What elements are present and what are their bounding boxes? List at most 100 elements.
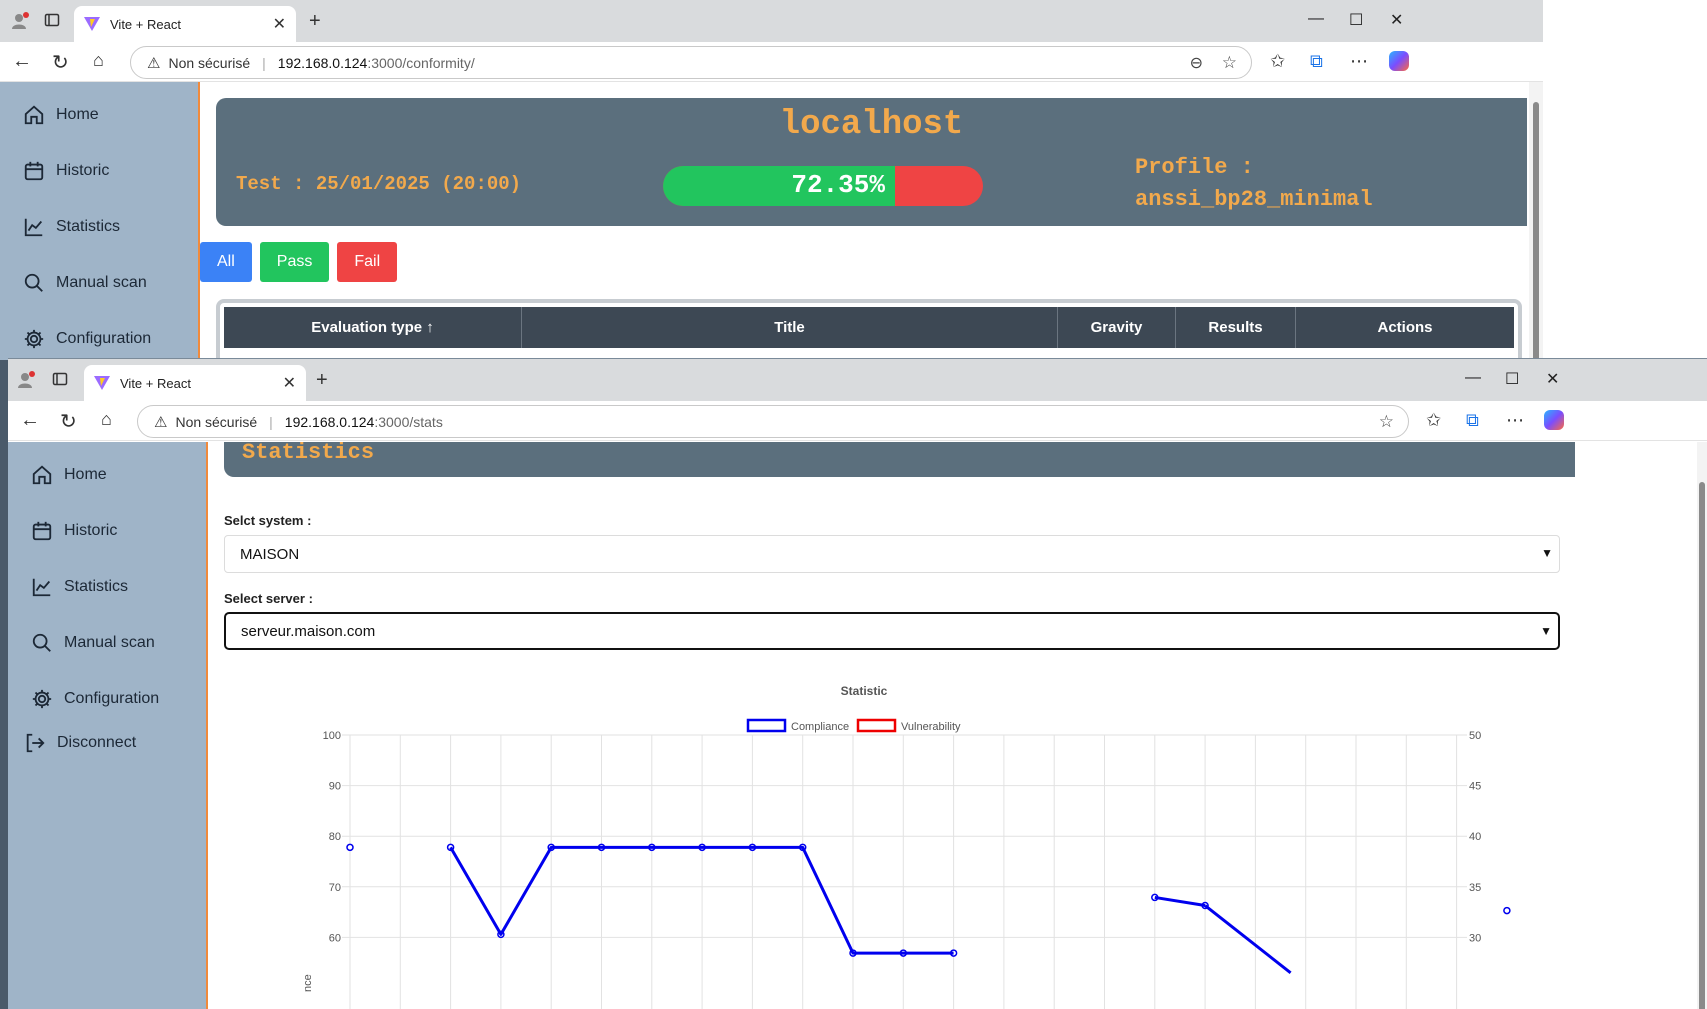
- url-path: :3000/stats: [374, 413, 443, 430]
- url-field[interactable]: ⚠ Non sécurisé | 192.168.0.124 :3000/sta…: [137, 405, 1409, 438]
- sidebar-item-historic[interactable]: Historic: [0, 143, 198, 199]
- tab-vite-react[interactable]: Vite + React ✕: [84, 365, 306, 401]
- maximize-icon[interactable]: ☐: [1349, 10, 1363, 30]
- address-bar: ← ↻ ⌂ ⚠ Non sécurisé | 192.168.0.124 :30…: [8, 401, 1707, 441]
- column-header-results[interactable]: Results: [1176, 307, 1296, 348]
- close-window-icon[interactable]: ✕: [1546, 369, 1559, 389]
- close-icon[interactable]: ✕: [273, 14, 286, 34]
- column-header-evaluation-type[interactable]: Evaluation type ↑: [224, 307, 522, 348]
- sidebar-item-disconnect[interactable]: Disconnect: [8, 727, 206, 759]
- copilot-icon[interactable]: [1544, 410, 1564, 430]
- column-header-actions[interactable]: Actions: [1296, 307, 1514, 348]
- compliance-point: [346, 843, 354, 852]
- sidebar-item-manual-scan[interactable]: Manual scan: [0, 255, 198, 311]
- address-bar: ← ↻ ⌂ ⚠ Non sécurisé | 192.168.0.124 :30…: [0, 42, 1543, 82]
- refresh-icon[interactable]: ↻: [60, 409, 77, 434]
- sidebar-item-statistics[interactable]: Statistics: [0, 199, 198, 255]
- sidebar-item-label: Configuration: [56, 330, 152, 347]
- legend-swatch: [856, 718, 897, 733]
- host-title: localhost: [779, 106, 964, 144]
- favorites-icon[interactable]: ✩: [1270, 51, 1285, 72]
- compliance-progress-bar: 72.35%: [663, 166, 983, 206]
- y-tick-label-right: 30: [1469, 932, 1481, 944]
- conformity-app: Home Historic Statistics Manual scan Con…: [0, 82, 1543, 360]
- home-browser-icon[interactable]: ⌂: [93, 50, 104, 71]
- refresh-icon[interactable]: ↻: [52, 50, 69, 75]
- profile-label: Profile :: [1135, 155, 1254, 180]
- collections-icon[interactable]: ⧉: [1310, 51, 1323, 72]
- y-tick-label-right: 35: [1469, 882, 1481, 894]
- sidebar-item-statistics[interactable]: Statistics: [8, 559, 206, 615]
- tab-bar: Vite + React ✕ + — ☐ ✕: [8, 359, 1707, 401]
- filter-all-button[interactable]: All: [200, 242, 252, 282]
- y-tick-label-left: 60: [329, 932, 341, 944]
- sidebar-item-historic[interactable]: Historic: [8, 503, 206, 559]
- sidebar-item-configuration[interactable]: Configuration: [8, 671, 206, 727]
- stats-app: Home Historic Statistics Manual scan Con…: [8, 442, 1707, 1009]
- filter-pass-button[interactable]: Pass: [259, 242, 330, 282]
- profile-icon[interactable]: [16, 370, 36, 395]
- close-window-icon[interactable]: ✕: [1390, 10, 1403, 30]
- more-options-icon[interactable]: ⋯: [1350, 51, 1368, 72]
- chart-line-icon: [30, 575, 54, 599]
- tab-actions-icon[interactable]: [52, 371, 68, 392]
- gear-icon: [30, 687, 54, 711]
- profile-icon[interactable]: [10, 11, 30, 36]
- sidebar-item-label: Manual scan: [56, 274, 147, 291]
- url-host: 192.168.0.124: [284, 413, 375, 430]
- home-icon: [22, 103, 46, 127]
- copilot-icon[interactable]: [1389, 51, 1409, 71]
- gear-icon: [22, 327, 46, 351]
- scrollbar-thumb[interactable]: [1533, 102, 1539, 360]
- column-header-gravity[interactable]: Gravity: [1058, 307, 1176, 348]
- y-tick-label-left: 80: [329, 831, 341, 843]
- close-icon[interactable]: ✕: [283, 373, 296, 393]
- warning-icon: ⚠: [154, 413, 168, 431]
- new-tab-icon[interactable]: +: [309, 10, 321, 33]
- legend-swatch: [746, 718, 787, 733]
- chart-series: [346, 843, 1511, 974]
- search-icon: [30, 631, 54, 655]
- home-browser-icon[interactable]: ⌂: [101, 409, 112, 430]
- reader-mode-icon[interactable]: ⊖: [1190, 53, 1203, 73]
- legend-label: Vulnerability: [901, 721, 961, 733]
- table-header: Evaluation type ↑ Title Gravity Results …: [224, 307, 1514, 348]
- scrollbar[interactable]: [1697, 442, 1707, 1009]
- y-axis-left: 100 90 80 70 60: [323, 730, 341, 944]
- filter-fail-button[interactable]: Fail: [337, 242, 398, 282]
- y-axis-label: nce: [302, 974, 314, 992]
- back-icon[interactable]: ←: [20, 409, 40, 432]
- scrollbar-thumb[interactable]: [1699, 482, 1705, 1009]
- url-path: :3000/conformity/: [367, 54, 475, 71]
- sidebar-item-label: Statistics: [56, 218, 121, 235]
- not-secure-label: Non sécurisé: [168, 54, 251, 71]
- profile-value: anssi_bp28_minimal: [1135, 187, 1373, 212]
- browser-window-conformity: Vite + React ✕ + — ☐ ✕ ← ↻ ⌂ ⚠ Non sécur…: [0, 0, 1543, 360]
- minimize-icon[interactable]: —: [1465, 369, 1481, 387]
- vite-logo-icon: [94, 376, 110, 390]
- column-header-title[interactable]: Title: [522, 307, 1058, 348]
- sidebar-item-home[interactable]: Home: [0, 87, 198, 143]
- scrollbar[interactable]: [1529, 82, 1543, 360]
- tab-bar: Vite + React ✕ + — ☐ ✕: [0, 0, 1543, 42]
- collections-icon[interactable]: ⧉: [1466, 410, 1479, 431]
- calendar-icon: [30, 519, 54, 543]
- maximize-icon[interactable]: ☐: [1505, 369, 1519, 389]
- minimize-icon[interactable]: —: [1308, 10, 1324, 28]
- favorite-star-icon[interactable]: ☆: [1222, 53, 1237, 73]
- new-tab-icon[interactable]: +: [316, 369, 328, 392]
- sidebar-item-label: Historic: [56, 162, 110, 179]
- sidebar-item-label: Home: [64, 466, 107, 483]
- sidebar-item-manual-scan[interactable]: Manual scan: [8, 615, 206, 671]
- test-date: Test : 25/01/2025 (20:00): [236, 173, 522, 195]
- sidebar-item-home[interactable]: Home: [8, 447, 206, 503]
- sidebar-item-configuration[interactable]: Configuration: [0, 311, 198, 360]
- more-options-icon[interactable]: ⋯: [1506, 410, 1524, 431]
- url-field[interactable]: ⚠ Non sécurisé | 192.168.0.124 :3000/con…: [130, 46, 1252, 79]
- tab-actions-icon[interactable]: [44, 12, 60, 33]
- tab-vite-react[interactable]: Vite + React ✕: [74, 6, 296, 42]
- favorite-star-icon[interactable]: ☆: [1379, 412, 1394, 432]
- back-icon[interactable]: ←: [12, 50, 32, 73]
- sidebar: Home Historic Statistics Manual scan Con…: [8, 442, 208, 1009]
- favorites-icon[interactable]: ✩: [1426, 410, 1441, 431]
